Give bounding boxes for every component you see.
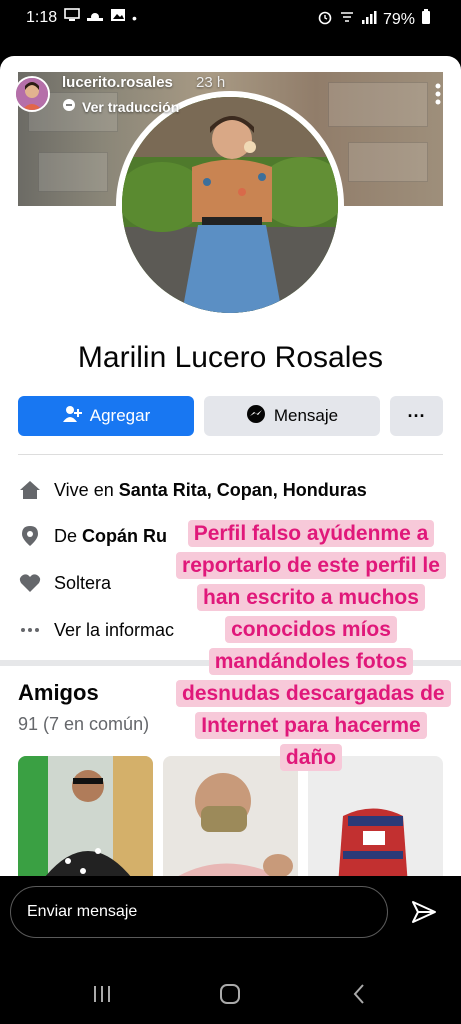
location-pin-icon	[18, 524, 42, 548]
recent-apps-icon[interactable]	[90, 982, 114, 1006]
story-progress	[6, 64, 455, 67]
info-from: De Copán Ru	[18, 523, 167, 549]
more-options-label: ···	[407, 405, 426, 426]
story-more-icon[interactable]	[435, 82, 441, 106]
translate-button[interactable]: Ver traducción	[62, 98, 179, 115]
overlay-message: Perfil falso ayúdenme a reportarlo de es…	[176, 520, 451, 771]
ellipsis-icon	[18, 618, 42, 642]
signal-icon	[361, 9, 377, 30]
profile-name: Marilin Lucero Rosales	[77, 341, 384, 374]
translate-icon	[62, 98, 76, 115]
story-avatar[interactable]	[14, 76, 50, 112]
home-icon	[18, 478, 42, 502]
from-prefix: De	[54, 525, 83, 546]
cover-brick	[348, 142, 428, 182]
add-friend-icon	[62, 405, 82, 428]
back-nav-icon[interactable]	[348, 982, 372, 1006]
notification-dot: •	[132, 9, 137, 26]
battery-icon	[421, 9, 431, 30]
profile-card: lucerito.rosales 23 h Ver traducción Mar…	[0, 56, 461, 876]
story-text-overlay: Perfil falso ayúdenme a reportarlo de es…	[176, 518, 451, 774]
friend-thumbnail[interactable]	[163, 756, 298, 876]
battery-percent: 79%	[382, 10, 415, 28]
wifi-calling-icon	[339, 9, 355, 30]
profile-photo	[122, 97, 338, 313]
friends-count: 91 (7 en común)	[18, 714, 150, 734]
story-time: 23 h	[196, 74, 226, 91]
see-more-label[interactable]: Ver la informac	[54, 620, 174, 641]
status-time: 1:18	[26, 9, 58, 26]
heart-icon	[18, 571, 42, 595]
info-lives-in: Vive en Santa Rita, Copan, Honduras	[18, 477, 367, 503]
info-see-more[interactable]: Ver la informac	[18, 617, 174, 643]
translate-label: Ver traducción	[82, 98, 180, 115]
send-message-placeholder: Enviar mensaje	[27, 903, 138, 920]
status-right-icons: 79%	[317, 9, 431, 30]
add-friend-button[interactable]: Agregar	[18, 396, 194, 436]
friend-thumbnail[interactable]	[308, 756, 443, 876]
messenger-icon	[246, 404, 266, 429]
story-progress-bar	[0, 60, 461, 74]
friends-title[interactable]: Amigos	[18, 680, 99, 706]
lives-place[interactable]: Santa Rita, Copan, Honduras	[119, 480, 367, 501]
from-place[interactable]: Copán Ru	[82, 526, 167, 547]
profile-picture[interactable]	[116, 91, 344, 319]
more-options-button[interactable]: ···	[390, 396, 443, 436]
story-username[interactable]: lucerito.rosales	[62, 74, 173, 91]
info-relationship: Soltera	[18, 570, 111, 596]
screen-cast-icon	[64, 8, 80, 27]
gallery-icon	[110, 8, 126, 27]
status-left-icons: •	[64, 8, 137, 27]
status-bar: 1:18 • 79%	[0, 0, 461, 36]
lives-prefix: Vive en	[54, 479, 119, 500]
weather-icon	[86, 8, 104, 27]
send-message-input[interactable]: Enviar mensaje	[10, 886, 388, 938]
friend-thumbnail[interactable]	[18, 756, 153, 876]
cover-brick	[328, 82, 428, 127]
cover-brick	[38, 152, 108, 192]
home-nav-icon[interactable]	[218, 982, 242, 1006]
section-divider	[18, 454, 443, 455]
message-label: Mensaje	[273, 406, 339, 425]
alarm-icon	[317, 9, 333, 30]
send-icon[interactable]	[410, 898, 438, 926]
relationship-status: Soltera	[54, 572, 112, 593]
message-button[interactable]: Mensaje	[204, 396, 380, 436]
system-nav-bar	[0, 956, 461, 1024]
add-friend-label: Agregar	[89, 406, 151, 425]
reply-bar: Enviar mensaje	[0, 876, 461, 956]
